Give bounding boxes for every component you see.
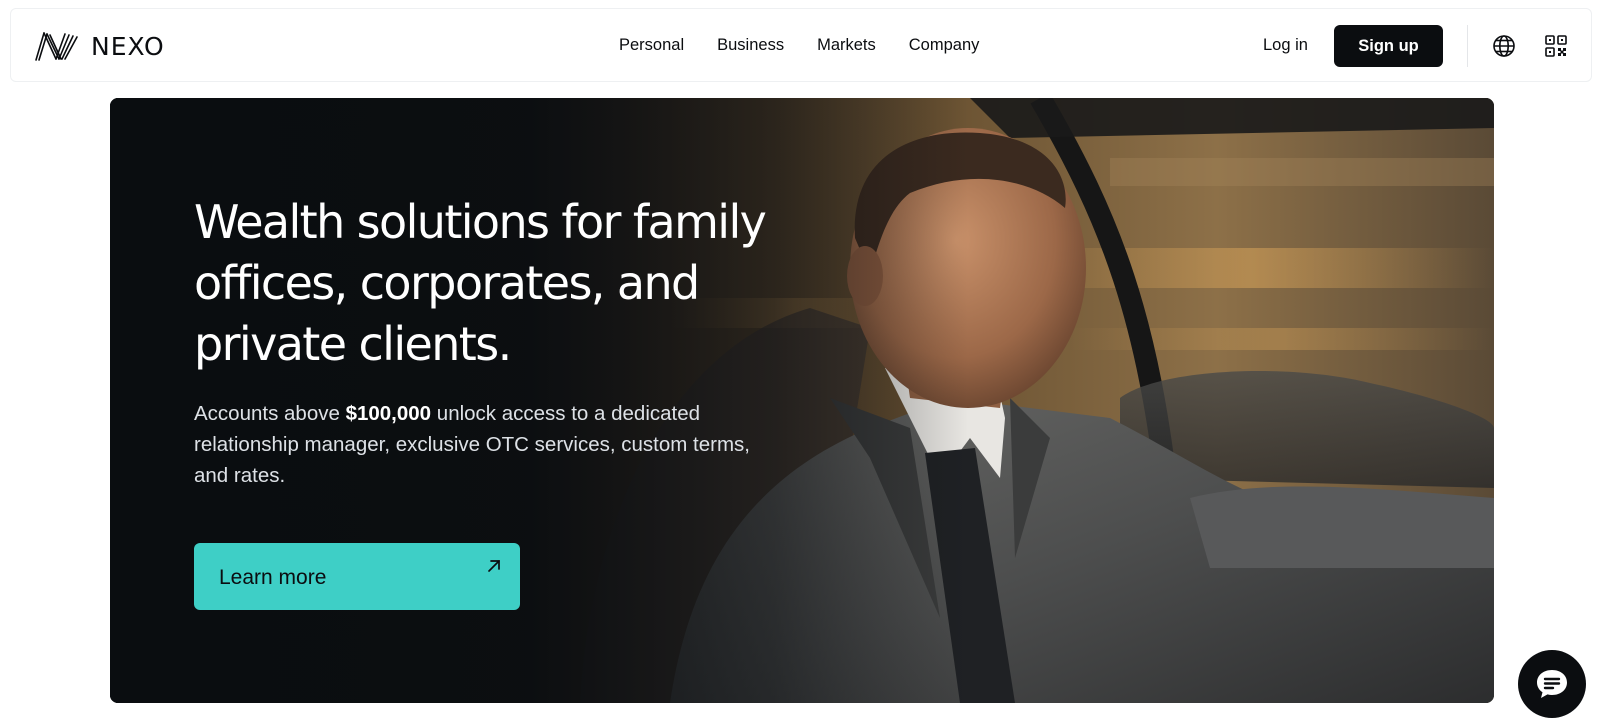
learn-more-label: Learn more	[219, 566, 327, 589]
signup-button[interactable]: Sign up	[1334, 25, 1443, 67]
site-header: NEXO Personal Business Markets Company L…	[10, 8, 1592, 82]
header-divider	[1467, 25, 1468, 67]
nexo-logo-mark-icon	[35, 32, 78, 61]
arrow-up-right-icon	[488, 560, 500, 572]
hero-subtitle: Accounts above $100,000 unlock access to…	[194, 398, 774, 491]
hero-banner: Wealth solutions for family offices, cor…	[110, 98, 1494, 703]
nexo-logo[interactable]: NEXO	[35, 31, 165, 61]
hero-subtitle-prefix: Accounts above	[194, 402, 346, 425]
qr-code-icon	[1545, 35, 1567, 57]
globe-icon	[1493, 35, 1515, 57]
brand-name: NEXO	[91, 31, 165, 61]
nav-item-markets[interactable]: Markets	[817, 36, 876, 55]
hero-subtitle-amount: $100,000	[345, 402, 432, 425]
language-button[interactable]	[1491, 33, 1517, 59]
main-nav: Personal Business Markets Company	[619, 36, 979, 55]
hero-title: Wealth solutions for family offices, cor…	[194, 195, 767, 371]
qr-code-button[interactable]	[1543, 33, 1569, 59]
learn-more-button[interactable]: Learn more	[194, 543, 520, 610]
nav-item-business[interactable]: Business	[717, 36, 784, 55]
chat-bubble-icon	[1537, 670, 1567, 698]
nav-item-company[interactable]: Company	[909, 36, 980, 55]
chat-support-button[interactable]	[1518, 650, 1586, 718]
nav-item-personal[interactable]: Personal	[619, 36, 684, 55]
login-link[interactable]: Log in	[1263, 36, 1308, 55]
